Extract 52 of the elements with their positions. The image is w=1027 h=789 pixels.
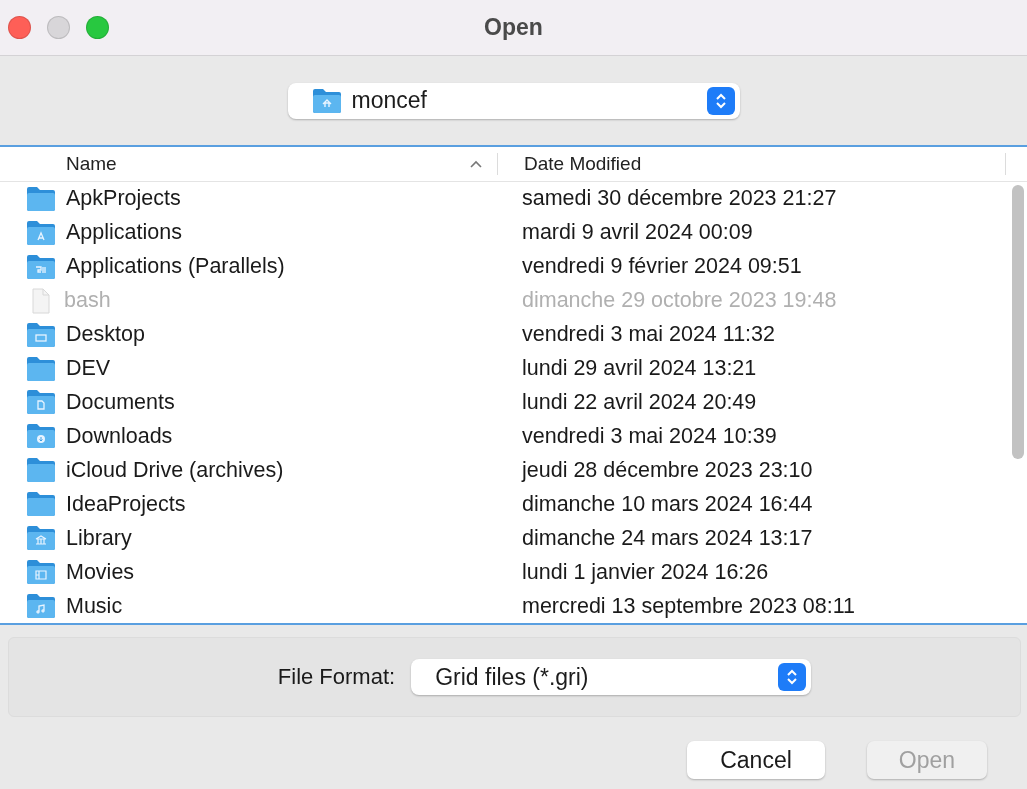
file-name: IdeaProjects bbox=[66, 491, 186, 517]
file-row[interactable]: Library dimanche 24 mars 2024 13:17 bbox=[0, 521, 1027, 556]
file-name: Applications bbox=[66, 220, 182, 246]
file-name: iCloud Drive (archives) bbox=[66, 457, 284, 483]
file-name: Music bbox=[66, 593, 123, 619]
date-modified: samedi 30 décembre 2023 21:27 bbox=[521, 186, 837, 212]
file-row[interactable]: Downloads vendredi 3 mai 2024 10:39 bbox=[0, 419, 1027, 454]
file-name: Movies bbox=[66, 559, 135, 585]
date-modified: dimanche 24 mars 2024 13:17 bbox=[521, 525, 813, 551]
file-name: DEV bbox=[66, 356, 111, 382]
date-modified: lundi 1 janvier 2024 16:26 bbox=[521, 559, 769, 585]
file-row[interactable]: DEV lundi 29 avril 2024 13:21 bbox=[0, 351, 1027, 386]
file-row[interactable]: Applications mardi 9 avril 2024 00:09 bbox=[0, 215, 1027, 250]
cancel-button[interactable]: Cancel bbox=[687, 741, 825, 779]
dropdown-arrows-icon bbox=[778, 663, 807, 691]
file-row[interactable]: Movies lundi 1 janvier 2024 16:26 bbox=[0, 555, 1027, 590]
date-modified: jeudi 28 décembre 2023 23:10 bbox=[520, 457, 813, 483]
column-header[interactable]: Name bbox=[0, 153, 498, 175]
file-name: bash bbox=[64, 288, 111, 314]
file-name: Applications (Parallels) bbox=[66, 254, 285, 280]
file-row[interactable]: Documents lundi 22 avril 2024 20:49 bbox=[0, 385, 1027, 420]
date-modified: vendredi 9 février 2024 09:51 bbox=[521, 254, 802, 280]
date-modified: dimanche 29 octobre 2023 19:48 bbox=[521, 288, 837, 314]
date-modified: vendredi 3 mai 2024 10:39 bbox=[521, 423, 777, 449]
column-header[interactable]: Date Modified bbox=[498, 153, 1006, 175]
home-folder-icon bbox=[311, 87, 342, 114]
file-name: ApkProjects bbox=[66, 186, 181, 212]
file-name: Downloads bbox=[66, 423, 173, 449]
zoom-button[interactable] bbox=[86, 16, 109, 39]
dropdown-arrows-icon bbox=[706, 86, 735, 115]
date-modified: vendredi 3 mai 2024 11:32 bbox=[521, 322, 775, 348]
file-row[interactable]: Music mercredi 13 septembre 2023 08:11 bbox=[0, 589, 1027, 623]
date-modified: lundi 22 avril 2024 20:49 bbox=[521, 390, 757, 415]
file-name: Desktop bbox=[66, 322, 145, 348]
date-modified: mardi 9 avril 2024 00:09 bbox=[521, 220, 753, 246]
format-dropdown[interactable]: Grid files (*.gri) bbox=[411, 659, 812, 695]
file-row[interactable]: IdeaProjects dimanche 10 mars 2024 16:44 bbox=[0, 487, 1027, 522]
format-label: File Format: bbox=[277, 664, 396, 690]
file-row[interactable]: iCloud Drive (archives) jeudi 28 décembre 2023 23:10 bbox=[0, 453, 1027, 488]
file-name: Library bbox=[66, 525, 132, 551]
file-row[interactable]: Desktop vendredi 3 mai 2024 11:32 bbox=[0, 317, 1027, 352]
window-title: Open bbox=[484, 14, 543, 41]
date-modified: dimanche 10 mars 2024 16:44 bbox=[521, 491, 813, 517]
minimize-button[interactable] bbox=[47, 16, 70, 39]
date-modified: lundi 29 avril 2024 13:21 bbox=[521, 356, 757, 382]
location-dropdown[interactable]: moncef bbox=[287, 82, 740, 119]
file-row[interactable]: ApkProjects samedi 30 décembre 2023 21:27 bbox=[0, 182, 1027, 216]
file-name: Documents bbox=[66, 390, 175, 415]
close-button[interactable] bbox=[8, 16, 31, 39]
scrollbar[interactable] bbox=[1012, 185, 1024, 459]
date-modified: mercredi 13 septembre 2023 08:11 bbox=[521, 593, 856, 619]
file-row[interactable]: Applications (Parallels) vendredi 9 février 2024 09:51 bbox=[0, 249, 1027, 284]
